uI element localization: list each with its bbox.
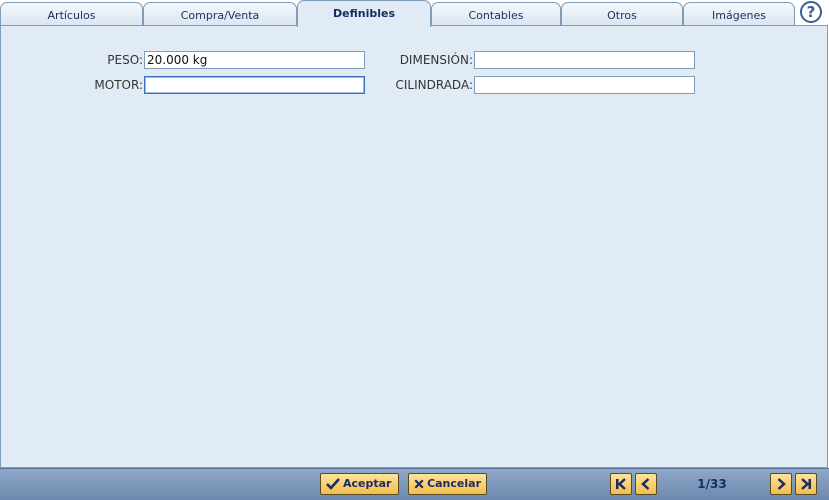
help-icon[interactable]: ? bbox=[800, 1, 822, 23]
dimension-label: DIMENSIÓN: bbox=[399, 53, 473, 67]
tab-compra-venta[interactable]: Compra/Venta bbox=[143, 2, 297, 26]
first-page-button[interactable] bbox=[610, 473, 632, 495]
accept-button[interactable]: Aceptar bbox=[320, 473, 399, 495]
chevron-right-icon bbox=[777, 478, 786, 490]
tab-strip: Artículos Compra/Venta Definibles Contab… bbox=[0, 0, 800, 27]
tab-articulos[interactable]: Artículos bbox=[0, 2, 143, 26]
page-counter: 1/33 bbox=[697, 477, 727, 491]
bottom-toolbar: Aceptar Cancelar 1/33 bbox=[0, 468, 829, 500]
peso-field[interactable] bbox=[144, 51, 365, 69]
motor-field[interactable] bbox=[144, 76, 365, 94]
skip-first-icon bbox=[616, 478, 626, 490]
last-page-button[interactable] bbox=[795, 473, 817, 495]
cilindrada-field[interactable] bbox=[474, 76, 695, 94]
cancel-button[interactable]: Cancelar bbox=[408, 473, 487, 495]
checkmark-icon bbox=[326, 478, 340, 490]
previous-page-button[interactable] bbox=[635, 473, 657, 495]
window: Artículos Compra/Venta Definibles Contab… bbox=[0, 0, 829, 500]
chevron-left-icon bbox=[641, 478, 650, 490]
accept-label: Aceptar bbox=[343, 477, 392, 490]
cancel-label: Cancelar bbox=[427, 477, 481, 490]
close-icon bbox=[414, 479, 424, 489]
motor-label: MOTOR: bbox=[94, 78, 143, 92]
peso-label: PESO: bbox=[107, 53, 143, 67]
definibles-panel: PESO: DIMENSIÓN: MOTOR: CILINDRADA: bbox=[0, 25, 828, 468]
skip-last-icon bbox=[801, 478, 811, 490]
next-page-button[interactable] bbox=[770, 473, 792, 495]
tab-definibles[interactable]: Definibles bbox=[297, 0, 431, 27]
dimension-field[interactable] bbox=[474, 51, 695, 69]
cilindrada-label: CILINDRADA: bbox=[395, 78, 474, 92]
tab-imagenes[interactable]: Imágenes bbox=[683, 2, 795, 26]
tab-otros[interactable]: Otros bbox=[561, 2, 683, 26]
tab-contables[interactable]: Contables bbox=[431, 2, 561, 26]
